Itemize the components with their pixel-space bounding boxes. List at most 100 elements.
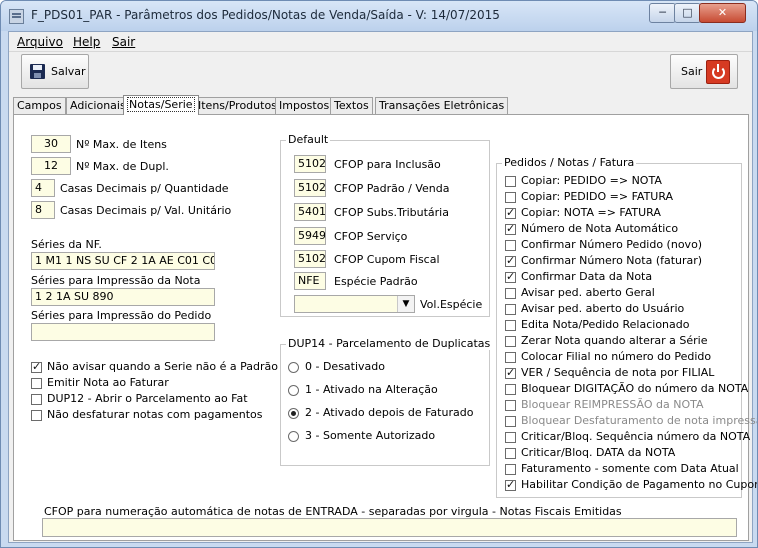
radio-dup14-3[interactable] [288,431,299,442]
max-dupl-label: Nº Max. de Dupl. [76,160,169,173]
save-button-label: Salvar [51,65,86,78]
title-bar[interactable]: F_PDS01_PAR - Parâmetros dos Pedidos/Not… [1,1,757,31]
pedidos-checkbox-13[interactable] [505,384,516,395]
series-pedido-field[interactable] [31,323,215,341]
checkbox-emitir-nota[interactable] [31,378,42,389]
pedidos-checkbox-11[interactable] [505,352,516,363]
pedidos-checkbox-label-5: Confirmar Número Nota (faturar) [521,254,703,267]
cfop-inclusao-field[interactable]: 5102 [294,155,326,173]
checkbox-nao-desfaturar[interactable] [31,410,42,421]
dec-unitario-field[interactable]: 8 [31,201,55,219]
cfop-servico-field[interactable]: 5949 [294,227,326,245]
pedidos-checkbox-label-18: Faturamento - somente com Data Atual [521,462,739,475]
tab-transacoes-eletronicas[interactable]: Transações Eletrônicas [375,97,509,114]
vol-especie-select[interactable]: ▼ [294,295,415,313]
pedidos-checkbox-15[interactable] [505,416,516,427]
series-pedido-label: Séries para Impressão do Pedido [31,309,212,322]
pedidos-checkbox-label-3: Número de Nota Automático [521,222,679,235]
pedidos-checkbox-label-14: Bloquear REIMPRESSÃO da NOTA [521,398,704,411]
max-itens-field[interactable]: 30 [31,135,71,153]
pedidos-checkbox-10[interactable] [505,336,516,347]
pedidos-checkbox-18[interactable] [505,464,516,475]
tab-campos[interactable]: Campos [13,97,66,114]
checkbox-nao-avisar-serie[interactable] [31,360,42,373]
checkbox-nao-avisar-serie-label: Não avisar quando a Serie não é a Padrão [47,360,278,373]
exit-button[interactable]: Sair [670,54,738,89]
pedidos-checkbox-label-15: Bloquear Desfaturamento de nota impressa [521,414,758,427]
menu-arquivo-label: Arquivo [17,35,63,49]
pedidos-checkbox-2[interactable] [505,206,516,219]
tab-notas-serie-label: Notas/Serie [127,97,195,112]
pedidos-checkbox-17[interactable] [505,448,516,459]
pedidos-checkbox-14[interactable] [505,400,516,411]
app-icon [9,9,24,24]
pedidos-checkbox-12[interactable] [505,366,516,379]
client-area: Arquivo Help Sair Salvar Sair Campos Adi… [8,31,757,543]
cfop-padrao-field[interactable]: 5102 [294,179,326,197]
pedidos-checkbox-8[interactable] [505,304,516,315]
pedidos-checkbox-label-19: Habilitar Condição de Pagamento no Cupom [521,478,758,491]
max-itens-label: Nº Max. de Itens [76,138,167,151]
menu-sair[interactable]: Sair [112,35,135,49]
max-dupl-field[interactable]: 12 [31,157,71,175]
toolbar-divider [9,51,752,52]
radio-dup14-2-label: 2 - Ativado depois de Faturado [305,406,474,419]
pedidos-checkbox-6[interactable] [505,270,516,283]
radio-dup14-0[interactable] [288,362,299,373]
main-window: F_PDS01_PAR - Parâmetros dos Pedidos/Not… [0,0,758,548]
pedidos-group-title: Pedidos / Notas / Fatura [502,156,637,169]
cfop-cupom-label: CFOP Cupom Fiscal [334,253,440,266]
vol-especie-label: Vol.Espécie [420,298,483,311]
tab-itens-produtos[interactable]: Itens/Produtos [194,97,281,114]
pedidos-checkbox-19[interactable] [505,478,516,491]
window-title: F_PDS01_PAR - Parâmetros dos Pedidos/Not… [31,8,500,22]
especie-padrao-label: Espécie Padrão [334,275,418,288]
tab-impostos[interactable]: Impostos [275,97,334,114]
menu-arquivo[interactable]: Arquivo [17,35,63,49]
pedidos-checkbox-7[interactable] [505,288,516,299]
pedidos-checkbox-label-10: Zerar Nota quando alterar a Série [521,334,708,347]
pedidos-checkbox-label-4: Confirmar Número Pedido (novo) [521,238,703,251]
close-button[interactable]: ✕ [699,3,746,23]
pedidos-checkbox-label-7: Avisar ped. aberto Geral [521,286,655,299]
pedidos-checkbox-label-11: Colocar Filial no número do Pedido [521,350,712,363]
save-button[interactable]: Salvar [21,54,89,89]
minimize-button[interactable]: ─ [649,3,676,23]
radio-dup14-0-label: 0 - Desativado [305,360,386,373]
pedidos-checkbox-5[interactable] [505,254,516,267]
pedidos-checkbox-label-0: Copiar: PEDIDO => NOTA [521,174,662,187]
pedidos-checkbox-label-8: Avisar ped. aberto do Usuário [521,302,685,315]
pedidos-checkbox-0[interactable] [505,176,516,187]
checkbox-dup12[interactable] [31,394,42,405]
checkbox-nao-desfaturar-label: Não desfaturar notas com pagamentos [47,408,263,421]
cfop-inclusao-label: CFOP para Inclusão [334,158,441,171]
cfop-entrada-field[interactable] [42,518,737,537]
cfop-subs-field[interactable]: 5401 [294,203,326,221]
pedidos-checkbox-1[interactable] [505,192,516,203]
tab-adicionais[interactable]: Adicionais [66,97,130,114]
cfop-cupom-field[interactable]: 5102 [294,250,326,268]
series-nf-field[interactable]: 1 M1 1 NS SU CF 2 1A AE C01 C02 [31,252,215,270]
exit-button-label: Sair [681,65,703,78]
menu-help[interactable]: Help [73,35,100,49]
series-impressao-label: Séries para Impressão da Nota [31,274,201,287]
series-impressao-field[interactable]: 1 2 1A SU 890 [31,288,215,306]
menu-help-label: Help [73,35,101,49]
cfop-entrada-label: CFOP para numeração automática de notas … [44,505,622,518]
tab-textos[interactable]: Textos [330,97,373,114]
checkbox-dup12-label: DUP12 - Abrir o Parcelamento ao Fat [47,392,248,405]
series-nf-label: Séries da NF. [31,238,102,251]
tab-notas-serie[interactable]: Notas/Serie [123,95,199,115]
radio-dup14-2[interactable] [288,408,299,419]
radio-dup14-1[interactable] [288,385,299,396]
dec-quantidade-field[interactable]: 4 [31,179,55,197]
maximize-button[interactable]: □ [674,3,701,23]
pedidos-checkbox-3[interactable] [505,222,516,235]
pedidos-checkbox-4[interactable] [505,240,516,251]
chevron-down-icon[interactable]: ▼ [397,296,414,312]
especie-padrao-field[interactable]: NFE [294,272,326,290]
pedidos-checkbox-9[interactable] [505,320,516,331]
dec-unitario-label: Casas Decimais p/ Val. Unitário [60,204,232,217]
pedidos-checkbox-16[interactable] [505,432,516,443]
pedidos-checkbox-label-16: Criticar/Bloq. Sequência número da NOTA [521,430,751,443]
